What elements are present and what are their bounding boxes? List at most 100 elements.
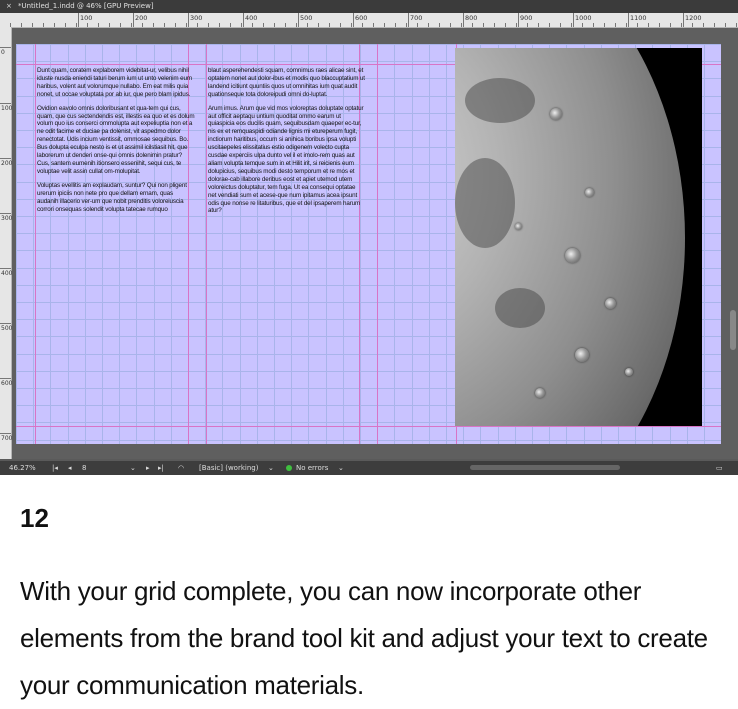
ruler-minor-tick: [483, 23, 484, 27]
text-frame-column-2[interactable]: blaut asperehendesti squam, comnimus rae…: [208, 67, 365, 221]
ruler-minor-tick: [659, 23, 660, 27]
moon-crater: [515, 223, 522, 230]
page-number-field[interactable]: 8: [82, 461, 86, 475]
ruler-tick: [683, 13, 684, 27]
ruler-minor-tick: [681, 23, 682, 27]
ruler-tick: [0, 433, 11, 434]
vertical-ruler[interactable]: 0 100 200 300 400 500 600 700: [0, 27, 12, 459]
ruler-minor-tick: [461, 23, 462, 27]
ruler-minor-tick: [241, 23, 242, 27]
ruler-minor-tick: [296, 23, 297, 27]
ruler-tick: [408, 13, 409, 27]
moon-crater: [625, 368, 633, 376]
column-guide: [206, 44, 207, 444]
ruler-minor-tick: [98, 23, 99, 27]
document-tab-bar: × *Untitled_1.indd @ 46% [GPU Preview]: [0, 0, 738, 13]
horizontal-scrollbar[interactable]: [470, 465, 620, 470]
ruler-minor-tick: [87, 23, 88, 27]
preflight-status-icon: [286, 465, 292, 471]
ruler-tick: [0, 47, 11, 48]
ruler-tick: [78, 13, 79, 27]
ruler-minor-tick: [406, 23, 407, 27]
ruler-minor-tick: [593, 23, 594, 27]
profile-dropdown-icon[interactable]: ⌄: [268, 461, 274, 475]
preflight-errors[interactable]: No errors: [296, 461, 328, 475]
ruler-minor-tick: [538, 23, 539, 27]
ruler-minor-tick: [626, 23, 627, 27]
ruler-minor-tick: [263, 23, 264, 27]
errors-dropdown-icon[interactable]: ⌄: [338, 461, 344, 475]
body-paragraph: Arum imus. Arum que vid mos voloreptas d…: [208, 104, 364, 215]
ruler-minor-tick: [329, 23, 330, 27]
ruler-minor-tick: [450, 23, 451, 27]
ruler-minor-tick: [208, 23, 209, 27]
horizontal-ruler[interactable]: 100 200 300 400 500 600 700 800 900 1000 1100 1200: [0, 13, 738, 28]
ruler-label: 700: [1, 435, 13, 442]
vertical-scrollbar[interactable]: [730, 310, 736, 350]
ruler-minor-tick: [142, 23, 143, 27]
ruler-label: 1000: [575, 14, 592, 22]
ruler-label: 700: [410, 14, 423, 22]
moon-crater: [575, 348, 589, 362]
ruler-minor-tick: [582, 23, 583, 27]
ruler-tick: [628, 13, 629, 27]
ruler-minor-tick: [32, 23, 33, 27]
ruler-minor-tick: [373, 23, 374, 27]
ruler-minor-tick: [285, 23, 286, 27]
previous-page-button[interactable]: ◂: [68, 461, 72, 475]
ruler-label: 100: [80, 14, 93, 22]
grid-line: [16, 44, 721, 45]
ruler-tick: [133, 13, 134, 27]
ruler-minor-tick: [637, 23, 638, 27]
document-tab-title[interactable]: *Untitled_1.indd @ 46% [GPU Preview]: [18, 0, 154, 13]
ruler-label: 500: [1, 325, 13, 332]
ruler-minor-tick: [714, 23, 715, 27]
ruler-tick: [0, 323, 11, 324]
ruler-minor-tick: [340, 23, 341, 27]
first-page-button[interactable]: |◂: [52, 461, 58, 475]
grid-line: [394, 44, 395, 444]
ruler-minor-tick: [131, 23, 132, 27]
ruler-minor-tick: [230, 23, 231, 27]
moon-crater: [585, 188, 594, 197]
ruler-tick: [463, 13, 464, 27]
text-frame-column-1[interactable]: Dunt quam, coratem explaborem videbitat-…: [37, 67, 195, 219]
ruler-minor-tick: [472, 23, 473, 27]
moon-crater: [605, 298, 616, 309]
moon-crater: [535, 388, 545, 398]
grid-line: [33, 44, 34, 444]
layout-icon[interactable]: ▭: [716, 461, 723, 475]
moon-mare: [495, 288, 545, 328]
ruler-minor-tick: [252, 23, 253, 27]
last-page-button[interactable]: ▸|: [158, 461, 164, 475]
zoom-level[interactable]: 46.27%: [9, 461, 36, 475]
ruler-minor-tick: [318, 23, 319, 27]
ruler-minor-tick: [164, 23, 165, 27]
ruler-minor-tick: [21, 23, 22, 27]
moon-crater: [565, 248, 580, 263]
body-paragraph: Voluptas evellitis am explaudam, suntur?…: [37, 181, 187, 213]
ruler-minor-tick: [571, 23, 572, 27]
ruler-minor-tick: [175, 23, 176, 27]
ruler-minor-tick: [307, 23, 308, 27]
close-tab-icon[interactable]: ×: [6, 0, 12, 13]
preview-icon[interactable]: ◠: [178, 461, 184, 475]
ruler-tick: [188, 13, 189, 27]
next-page-button[interactable]: ▸: [146, 461, 150, 475]
moon-photo-image[interactable]: [455, 48, 702, 426]
ruler-minor-tick: [549, 23, 550, 27]
ruler-minor-tick: [703, 23, 704, 27]
ruler-tick: [298, 13, 299, 27]
indesign-screenshot: × *Untitled_1.indd @ 46% [GPU Preview] 1…: [0, 0, 738, 475]
ruler-minor-tick: [516, 23, 517, 27]
ruler-tick: [353, 13, 354, 27]
ruler-tick: [0, 378, 11, 379]
ruler-label: 500: [300, 14, 313, 22]
ruler-label: 0: [1, 49, 5, 56]
page-dropdown-icon[interactable]: ⌄: [130, 461, 136, 475]
ruler-minor-tick: [362, 23, 363, 27]
caption-text: With your grid complete, you can now inc…: [20, 576, 708, 700]
grid-line: [412, 44, 413, 444]
margin-guide: [16, 426, 721, 427]
preflight-profile[interactable]: [Basic] (working): [199, 461, 258, 475]
